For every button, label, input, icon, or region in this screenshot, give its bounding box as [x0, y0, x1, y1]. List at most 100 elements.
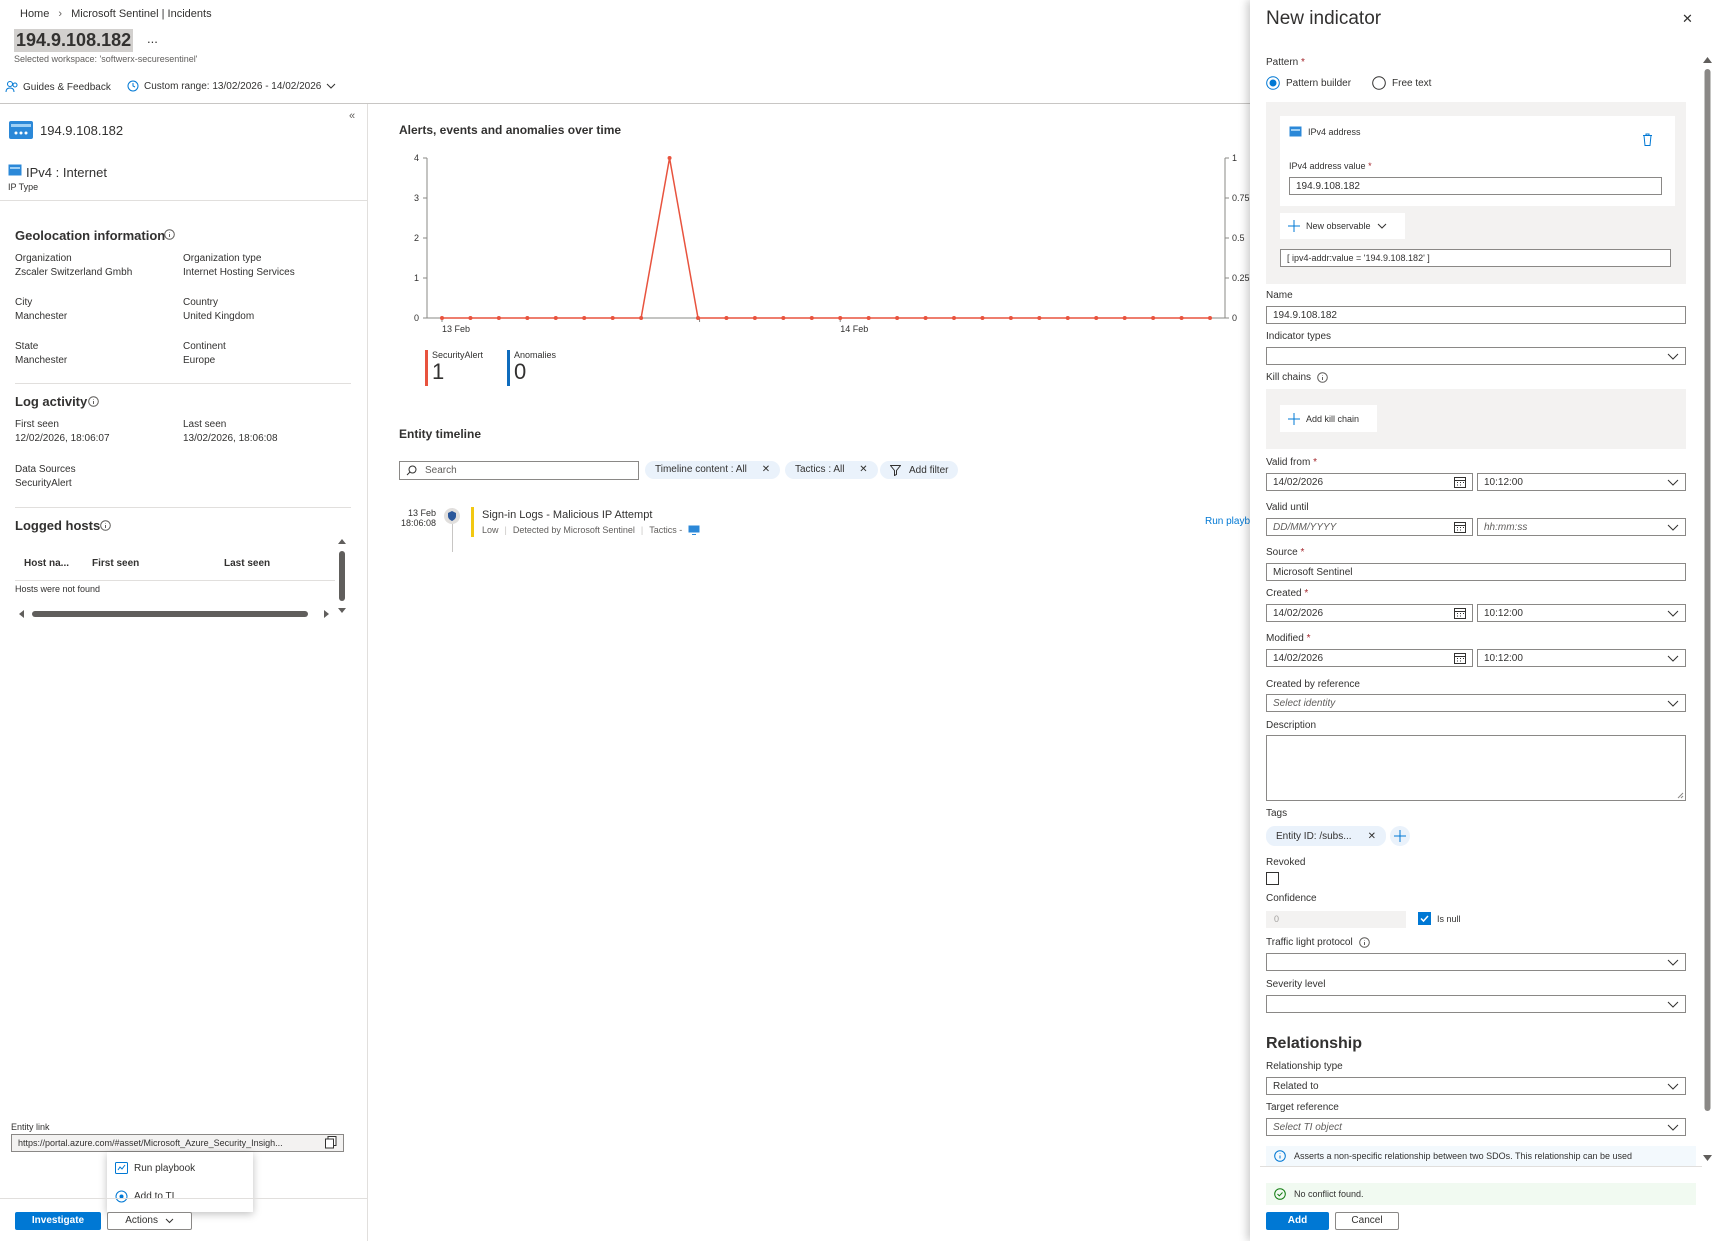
- ipv4-icon: [1289, 126, 1302, 137]
- add-kill-chain-label: Add kill chain: [1306, 413, 1360, 424]
- ipv4-value-label-text: IPv4 address value: [1289, 161, 1366, 171]
- created-time: 10:12:00: [1484, 608, 1523, 619]
- filter-label: Tactics : All: [795, 464, 845, 475]
- confidence-input[interactable]: 0: [1266, 911, 1406, 928]
- last-seen-link[interactable]: 13/02/2026, 18:06:08: [183, 433, 278, 444]
- legend-item[interactable]: Anomalies 0: [507, 350, 556, 386]
- confidence-label: Confidence: [1266, 893, 1317, 904]
- filter-tactics[interactable]: Tactics : All ✕: [785, 461, 878, 479]
- data-point: [1208, 316, 1212, 320]
- menu-item-run-playbook[interactable]: Run playbook: [115, 1162, 195, 1174]
- source-input[interactable]: Microsoft Sentinel: [1266, 563, 1686, 581]
- revoked-checkbox[interactable]: [1266, 872, 1279, 885]
- pattern-preview-field[interactable]: [ ipv4-addr:value = '194.9.108.182' ]: [1280, 249, 1671, 267]
- info-icon[interactable]: [1358, 937, 1370, 948]
- first-seen-link[interactable]: 12/02/2026, 18:06:07: [15, 433, 110, 444]
- investigate-button[interactable]: Investigate: [15, 1212, 101, 1230]
- add-filter-button[interactable]: Add filter: [880, 461, 959, 479]
- org-value: Zscaler Switzerland Gmbh: [15, 267, 133, 278]
- delete-icon[interactable]: [1642, 133, 1653, 146]
- created-time-dropdown[interactable]: 10:12:00: [1477, 604, 1686, 622]
- y2-tick-label: 0.75: [1232, 193, 1250, 203]
- timeline-search-input[interactable]: Search: [399, 461, 639, 480]
- filter-timeline-content[interactable]: Timeline content : All ✕: [645, 461, 781, 479]
- menu-item-add-to-ti[interactable]: Add to TI: [115, 1190, 174, 1203]
- hosts-vertical-scrollbar[interactable]: [338, 537, 346, 615]
- panel-scrollbar[interactable]: [1702, 55, 1713, 1165]
- info-icon[interactable]: [1317, 372, 1328, 383]
- source-text: Detected by Microsoft Sentinel: [512, 525, 635, 535]
- valid-until-time-dropdown[interactable]: hh:mm:ss: [1477, 518, 1686, 536]
- calendar-icon[interactable]: [1454, 476, 1466, 488]
- tlp-dropdown[interactable]: [1266, 953, 1686, 971]
- column-header-host[interactable]: Host na...: [24, 558, 69, 569]
- info-icon[interactable]: [164, 229, 175, 240]
- kill-chains-label-row: Kill chains: [1266, 372, 1328, 383]
- valid-from-date-input[interactable]: 14/02/2026: [1266, 473, 1473, 491]
- data-point: [667, 156, 672, 160]
- created-by-dropdown[interactable]: Select identity: [1266, 694, 1686, 712]
- close-icon[interactable]: ✕: [1682, 11, 1693, 27]
- valid-from-time-dropdown[interactable]: 10:12:00: [1477, 473, 1686, 491]
- data-point: [582, 316, 587, 320]
- actions-button[interactable]: Actions: [107, 1212, 192, 1230]
- modified-date-input[interactable]: 14/02/2026: [1266, 649, 1473, 667]
- timeline-item-title[interactable]: Sign-in Logs - Malicious IP Attempt: [482, 509, 652, 521]
- ipv4-value-input[interactable]: 194.9.108.182: [1289, 177, 1662, 195]
- calendar-icon[interactable]: [1454, 652, 1466, 664]
- time-placeholder: hh:mm:ss: [1484, 522, 1528, 533]
- copy-icon[interactable]: [325, 1136, 337, 1149]
- resize-grip-icon[interactable]: [1677, 792, 1684, 799]
- relationship-type-dropdown[interactable]: Related to: [1266, 1077, 1686, 1095]
- target-reference-dropdown[interactable]: Select TI object: [1266, 1118, 1686, 1136]
- observable-type: IPv4 address: [1289, 126, 1361, 137]
- calendar-icon[interactable]: [1454, 607, 1466, 619]
- radio-pattern-builder[interactable]: Pattern builder: [1266, 76, 1351, 90]
- remove-filter-icon[interactable]: ✕: [762, 464, 770, 475]
- hosts-horizontal-scrollbar[interactable]: [18, 609, 332, 619]
- remove-tag-icon[interactable]: ✕: [1368, 831, 1376, 842]
- breadcrumb-home[interactable]: Home: [20, 8, 49, 20]
- data-point: [1179, 316, 1184, 320]
- radio-free-label: Free text: [1392, 77, 1432, 89]
- info-icon[interactable]: [88, 396, 99, 407]
- legend-value: 0: [514, 359, 527, 384]
- filter-icon: [890, 464, 901, 476]
- chevron-down-icon: [1667, 353, 1679, 360]
- column-header-last-seen[interactable]: Last seen: [224, 558, 270, 569]
- is-null-checkbox[interactable]: Is null: [1418, 912, 1461, 925]
- entity-link-field[interactable]: https://portal.azure.com/#asset/Microsof…: [11, 1134, 344, 1152]
- description-textarea[interactable]: [1266, 735, 1686, 801]
- add-button[interactable]: Add: [1266, 1212, 1329, 1230]
- collapse-icon[interactable]: «: [349, 110, 355, 122]
- severity-dropdown[interactable]: [1266, 995, 1686, 1013]
- data-point: [468, 316, 473, 320]
- data-point: [895, 316, 900, 320]
- new-observable-button[interactable]: New observable: [1280, 213, 1405, 239]
- calendar-icon[interactable]: [1454, 521, 1466, 533]
- checkbox-checked-icon: [1418, 912, 1431, 925]
- legend-item[interactable]: SecurityAlert 1: [425, 350, 483, 386]
- breadcrumb-current[interactable]: Microsoft Sentinel | Incidents: [71, 8, 211, 20]
- chevron-down-icon: [1667, 479, 1679, 486]
- time-range-button[interactable]: Custom range: 13/02/2026 - 14/02/2026: [127, 80, 336, 92]
- name-input[interactable]: 194.9.108.182: [1266, 306, 1686, 324]
- valid-until-date-input[interactable]: DD/MM/YYYY: [1266, 518, 1473, 536]
- guides-feedback-button[interactable]: Guides & Feedback: [5, 80, 111, 94]
- confidence-value: 0: [1274, 914, 1280, 924]
- cancel-button[interactable]: Cancel: [1335, 1212, 1399, 1230]
- indicator-types-dropdown[interactable]: [1266, 347, 1686, 365]
- run-playbook-link[interactable]: Run playb: [1205, 516, 1250, 527]
- tag-chip[interactable]: Entity ID: /subs... ✕: [1266, 826, 1386, 846]
- playbook-icon: [115, 1162, 128, 1174]
- created-date-input[interactable]: 14/02/2026: [1266, 604, 1473, 622]
- modified-time-dropdown[interactable]: 10:12:00: [1477, 649, 1686, 667]
- column-header-first-seen[interactable]: First seen: [92, 558, 139, 569]
- more-icon[interactable]: ...: [147, 31, 158, 46]
- info-icon[interactable]: [100, 520, 111, 531]
- radio-free-text[interactable]: Free text: [1372, 76, 1431, 90]
- add-tag-button[interactable]: [1390, 826, 1410, 846]
- data-source-link[interactable]: SecurityAlert: [15, 478, 72, 489]
- add-kill-chain-button[interactable]: Add kill chain: [1280, 405, 1377, 432]
- remove-filter-icon[interactable]: ✕: [859, 464, 867, 475]
